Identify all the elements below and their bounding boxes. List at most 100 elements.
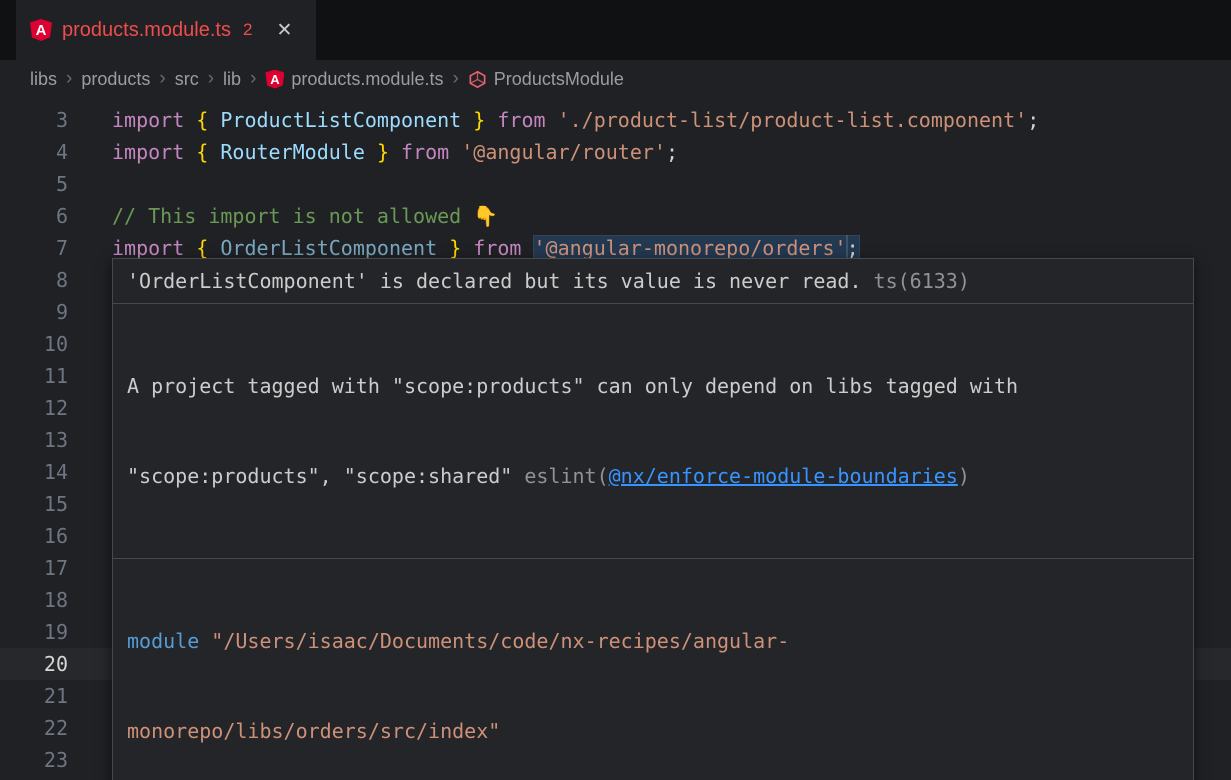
chevron-right-icon: › [250, 68, 256, 90]
angular-icon: A [30, 19, 52, 41]
line-number[interactable]: 21 [0, 680, 68, 712]
line-number[interactable]: 20 [0, 648, 68, 680]
code-token: // This import is not allowed 👇 [112, 204, 498, 228]
tab-problems-badge: 2 [243, 20, 252, 40]
module-path-line1: module "/Users/isaac/Documents/code/nx-r… [127, 626, 1179, 656]
code-line-4[interactable]: 4 import { RouterModule } from '@angular/… [0, 136, 1231, 168]
code-token: RouterModule [220, 140, 365, 164]
line-number[interactable]: 11 [0, 360, 68, 392]
code-line-6[interactable]: 6 // This import is not allowed 👇 [0, 200, 1231, 232]
line-number[interactable]: 22 [0, 712, 68, 744]
line-number[interactable]: 9 [0, 296, 68, 328]
code-token [546, 108, 558, 132]
editor-tab-bar: A products.module.ts 2 ✕ [0, 0, 1231, 60]
tab-label: products.module.ts [62, 19, 231, 42]
breadcrumb-item-products[interactable]: products [81, 69, 150, 90]
code-token: import [112, 108, 184, 132]
diagnostic-message-line1: A project tagged with "scope:products" c… [127, 371, 1179, 401]
code-token [208, 236, 220, 260]
breadcrumb-label: lib [223, 69, 241, 90]
breadcrumb-item-file[interactable]: A products.module.ts [265, 69, 443, 90]
line-number[interactable]: 10 [0, 328, 68, 360]
line-number[interactable]: 5 [0, 168, 68, 200]
vscode-window: A products.module.ts 2 ✕ libs › products… [0, 0, 1231, 780]
line-number[interactable]: 14 [0, 456, 68, 488]
diagnostic-message: 'OrderListComponent' is declared but its… [127, 269, 862, 293]
code-token [208, 108, 220, 132]
module-symbol-icon [468, 70, 487, 89]
code-line-3[interactable]: 3 import { ProductListComponent } from '.… [0, 104, 1231, 136]
line-number[interactable]: 7 [0, 232, 68, 264]
code-token: '@angular-monorepo/orders' [534, 236, 847, 260]
code-token: } [449, 236, 461, 260]
module-path-string: "/Users/isaac/Documents/code/nx-recipes/… [199, 629, 789, 653]
code-token: } [473, 108, 485, 132]
code-token: from [401, 140, 449, 164]
code-token: OrderListComponent [220, 236, 437, 260]
line-number[interactable]: 16 [0, 520, 68, 552]
code-token [449, 140, 461, 164]
code-editor[interactable]: 3 import { ProductListComponent } from '.… [0, 98, 1231, 780]
line-number[interactable]: 19 [0, 616, 68, 648]
eslint-rule-link[interactable]: @nx/enforce-module-boundaries [609, 464, 958, 488]
breadcrumb-label: src [175, 69, 199, 90]
breadcrumb-item-symbol[interactable]: ProductsModule [468, 69, 624, 90]
code-line-content: import { ProductListComponent } from './… [112, 104, 1231, 136]
diagnostic-source-prefix: eslint( [512, 464, 608, 488]
angular-icon-letter: A [270, 73, 279, 86]
code-token: '@angular/router' [461, 140, 666, 164]
line-number[interactable]: 17 [0, 552, 68, 584]
diagnostic-message-line2: "scope:products", "scope:shared" eslint(… [127, 461, 1179, 491]
code-token: { [196, 140, 208, 164]
line-number[interactable]: 4 [0, 136, 68, 168]
line-number[interactable]: 3 [0, 104, 68, 136]
code-token [521, 236, 533, 260]
breadcrumb-item-lib[interactable]: lib [223, 69, 241, 90]
code-token: './product-list/product-list.component' [558, 108, 1028, 132]
diagnostic-eslint: A project tagged with "scope:products" c… [113, 303, 1193, 558]
code-token [461, 236, 473, 260]
line-number[interactable]: 12 [0, 392, 68, 424]
line-number[interactable]: 15 [0, 488, 68, 520]
code-line-content: import { RouterModule } from '@angular/r… [112, 136, 1231, 168]
chevron-right-icon: › [208, 68, 214, 90]
code-token [389, 140, 401, 164]
line-number[interactable]: 8 [0, 264, 68, 296]
code-token: { [196, 108, 208, 132]
code-line-content [112, 168, 1231, 200]
diagnostic-ts: 'OrderListComponent' is declared but its… [113, 259, 1193, 303]
code-token: ProductListComponent [220, 108, 461, 132]
tab-products-module[interactable]: A products.module.ts 2 ✕ [16, 0, 316, 60]
code-token [437, 236, 449, 260]
code-token: ; [666, 140, 678, 164]
chevron-right-icon: › [159, 68, 165, 90]
close-icon[interactable]: ✕ [276, 19, 292, 42]
diagnostic-message-text: "scope:products", "scope:shared" [127, 464, 512, 488]
line-number[interactable]: 13 [0, 424, 68, 456]
code-token: from [473, 236, 521, 260]
module-path-block: module "/Users/isaac/Documents/code/nx-r… [113, 558, 1193, 780]
code-token [485, 108, 497, 132]
breadcrumb-label: products.module.ts [291, 69, 443, 90]
code-line-content: // This import is not allowed 👇 [112, 200, 1231, 232]
line-number[interactable]: 6 [0, 200, 68, 232]
module-keyword: module [127, 629, 199, 653]
code-token: ; [1027, 108, 1039, 132]
code-token [461, 108, 473, 132]
line-number[interactable]: 18 [0, 584, 68, 616]
code-token: import [112, 140, 184, 164]
code-token: { [196, 236, 208, 260]
code-token: import [112, 236, 184, 260]
breadcrumb-label: libs [30, 69, 57, 90]
code-token [184, 140, 196, 164]
breadcrumb-label: products [81, 69, 150, 90]
breadcrumb-item-libs[interactable]: libs [30, 69, 57, 90]
diagnostic-source-suffix: ) [958, 464, 970, 488]
code-line-5[interactable]: 5 [0, 168, 1231, 200]
module-path-line2: monorepo/libs/orders/src/index" [127, 716, 1179, 746]
breadcrumb-label: ProductsModule [494, 69, 624, 90]
code-token: ; [847, 236, 859, 260]
line-number[interactable]: 23 [0, 744, 68, 776]
breadcrumb-item-src[interactable]: src [175, 69, 199, 90]
error-hover-popup: 'OrderListComponent' is declared but its… [112, 258, 1194, 780]
